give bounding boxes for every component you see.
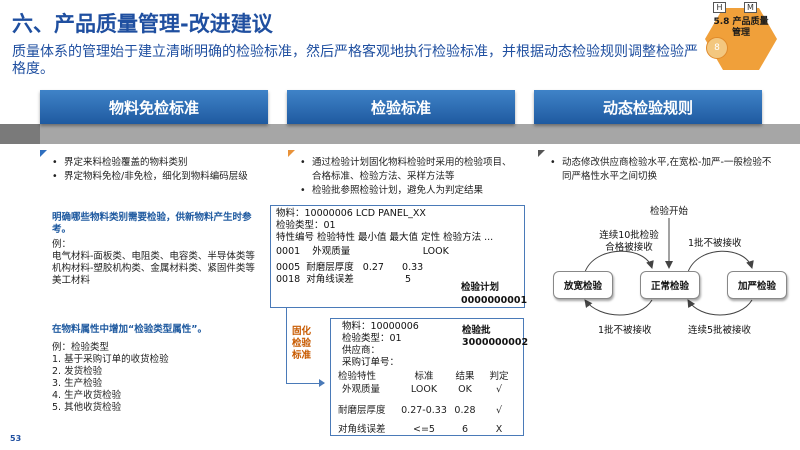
flow-label-top-left: 连续10批检验合格被接收 xyxy=(599,230,659,253)
inspection-type-item: 5. 其他收货检验 xyxy=(52,402,122,413)
column-header-exemption: 物料免检标准 xyxy=(40,90,268,124)
inspection-type-label: 例：检验类型 xyxy=(52,342,110,353)
fix-standard-label: 固化 检验 标准 xyxy=(292,326,312,361)
inspection-type-item: 4. 生产收货检验 xyxy=(52,390,122,401)
flow-node-relaxed: 放宽检验 xyxy=(553,271,613,299)
bullet-item: • 检验批参照检验计划，避免人为判定结果 xyxy=(300,185,484,196)
plan-material: 物料：10000006 LCD PANEL_XX xyxy=(276,208,426,219)
plan-row: 0001 外观质量 LOOK xyxy=(276,246,449,257)
arrow-right-icon xyxy=(319,379,325,387)
bullet-marker-icon xyxy=(40,150,47,157)
inspection-type-item: 2. 发货检验 xyxy=(52,366,103,377)
h-tag: H xyxy=(713,2,726,13)
inspection-lot-content: 物料：10000006 检验类型：01 供应商： 采购订单号： xyxy=(342,321,419,369)
lot-supplier: 供应商： xyxy=(342,345,381,356)
page-number: 53 xyxy=(10,434,22,443)
plan-table-header: 特性编号 检验特性 最小值 最大值 定性 检验方法 ... xyxy=(276,232,494,243)
page-title: 六、产品质量管理-改进建议 xyxy=(12,12,273,36)
lot-table-header: 检验特性 标准 结果 判定 xyxy=(338,371,509,382)
plan-label: 检验计划 xyxy=(461,282,500,293)
inspection-type-heading: 在物料属性中增加“检验类型属性”。 xyxy=(52,324,207,335)
lot-material: 物料：10000006 xyxy=(342,321,419,332)
bullet-item: • 界定来料检验覆盖的物料类别 xyxy=(52,157,188,168)
header-band-accent xyxy=(0,124,40,144)
normal-to-tight-arrow xyxy=(687,250,754,273)
lot-result-table: 检验特性 标准 结果 判定 外观质量 LOOK OK √ 耐磨层厚度 0.27-… xyxy=(338,370,518,436)
table-row: 对角线误差 <=5 6 X xyxy=(338,424,503,435)
lot-number: 3000000002 xyxy=(462,337,529,348)
section-number-badge: 8 xyxy=(706,37,728,59)
bullet-item: • 界定物料免检/非免检，细化到物料编码层级 xyxy=(52,171,248,182)
flow-label-bottom-left: 1批不被接收 xyxy=(598,325,652,336)
material-category-heading: 明确哪些物料类别需要检验，供新物料产生时参考。 xyxy=(52,212,252,235)
inspection-type-item: 1. 基于采购订单的收货检验 xyxy=(52,354,169,365)
column-bullets-dynamic: • 动态修改供应商检验水平,在宽松-加严-一般检验不同严格性水平之间切换 xyxy=(550,156,772,184)
bullet-item: • 动态修改供应商检验水平,在宽松-加严-一般检验不同严格性水平之间切换 xyxy=(550,157,772,182)
bullet-marker-icon xyxy=(538,150,545,157)
inspection-type-section: 在物料属性中增加“检验类型属性”。 例：检验类型 1. 基于采购订单的收货检验 … xyxy=(52,324,267,414)
table-row: 外观质量 LOOK OK √ xyxy=(342,384,503,395)
plan-inspection-type: 检验类型：01 xyxy=(276,220,336,231)
column-bullets-exemption: • 界定来料检验覆盖的物料类别 • 界定物料免检/非免检，细化到物料编码层级 xyxy=(52,156,277,184)
example-item: 机构材料-塑胶机构类、金属材料类、紧固件类等 xyxy=(52,263,255,274)
example-item: 电气材料-面板类、电阻类、电容类、半导体类等 xyxy=(52,251,255,262)
flow-node-tightened: 加严检验 xyxy=(727,271,787,299)
inspection-plan-content: 物料：10000006 LCD PANEL_XX 检验类型：01 特性编号 检验… xyxy=(276,208,493,286)
flow-label-bottom-right: 连续5批被接收 xyxy=(688,325,752,336)
column-header-inspection-standard: 检验标准 xyxy=(287,90,515,124)
normal-to-relax-arrow xyxy=(584,299,653,316)
table-row: 耐磨层厚度 0.27-0.33 0.28 √ xyxy=(338,405,503,416)
tight-to-normal-arrow xyxy=(687,299,753,316)
column-bullets-inspection: • 通过检验计划固化物料检验时采用的检验项目、合格标准、检验方法、采样方法等 • 检… xyxy=(300,156,520,198)
flow-start-label: 检验开始 xyxy=(650,206,689,217)
connector-line xyxy=(286,308,287,383)
section-label: 5.8 产品质量 管理 xyxy=(705,17,777,39)
relax-to-normal-arrow xyxy=(584,250,654,273)
flow-node-normal: 正常检验 xyxy=(640,271,700,299)
lot-label: 检验批 xyxy=(462,325,491,336)
page-subtitle: 质量体系的管理始于建立清晰明确的检验标准，然后严格客观地执行检验标准，并根据动态… xyxy=(12,44,698,77)
plan-number: 0000000001 xyxy=(461,295,528,306)
example-item: 美工材料 xyxy=(52,275,91,286)
example-label: 例： xyxy=(52,239,72,250)
plan-row: 0005 耐磨层厚度 0.27 0.33 xyxy=(276,262,424,273)
section-label-line1: 5.8 产品质量 xyxy=(713,17,769,27)
header-band xyxy=(0,124,800,144)
m-tag: M xyxy=(744,2,757,13)
bullet-marker-icon xyxy=(288,150,295,157)
bullet-item: • 通过检验计划固化物料检验时采用的检验项目、合格标准、检验方法、采样方法等 xyxy=(300,157,512,182)
lot-inspection-type: 检验类型：01 xyxy=(342,333,402,344)
inspection-type-item: 3. 生产检验 xyxy=(52,378,103,389)
flow-label-top-right: 1批不被接收 xyxy=(688,238,742,249)
lot-po-number: 采购订单号： xyxy=(342,357,400,368)
column-header-dynamic-rules: 动态检验规则 xyxy=(534,90,762,124)
material-category-section: 明确哪些物料类别需要检验，供新物料产生时参考。 例： 电气材料-面板类、电阻类、… xyxy=(52,212,267,287)
